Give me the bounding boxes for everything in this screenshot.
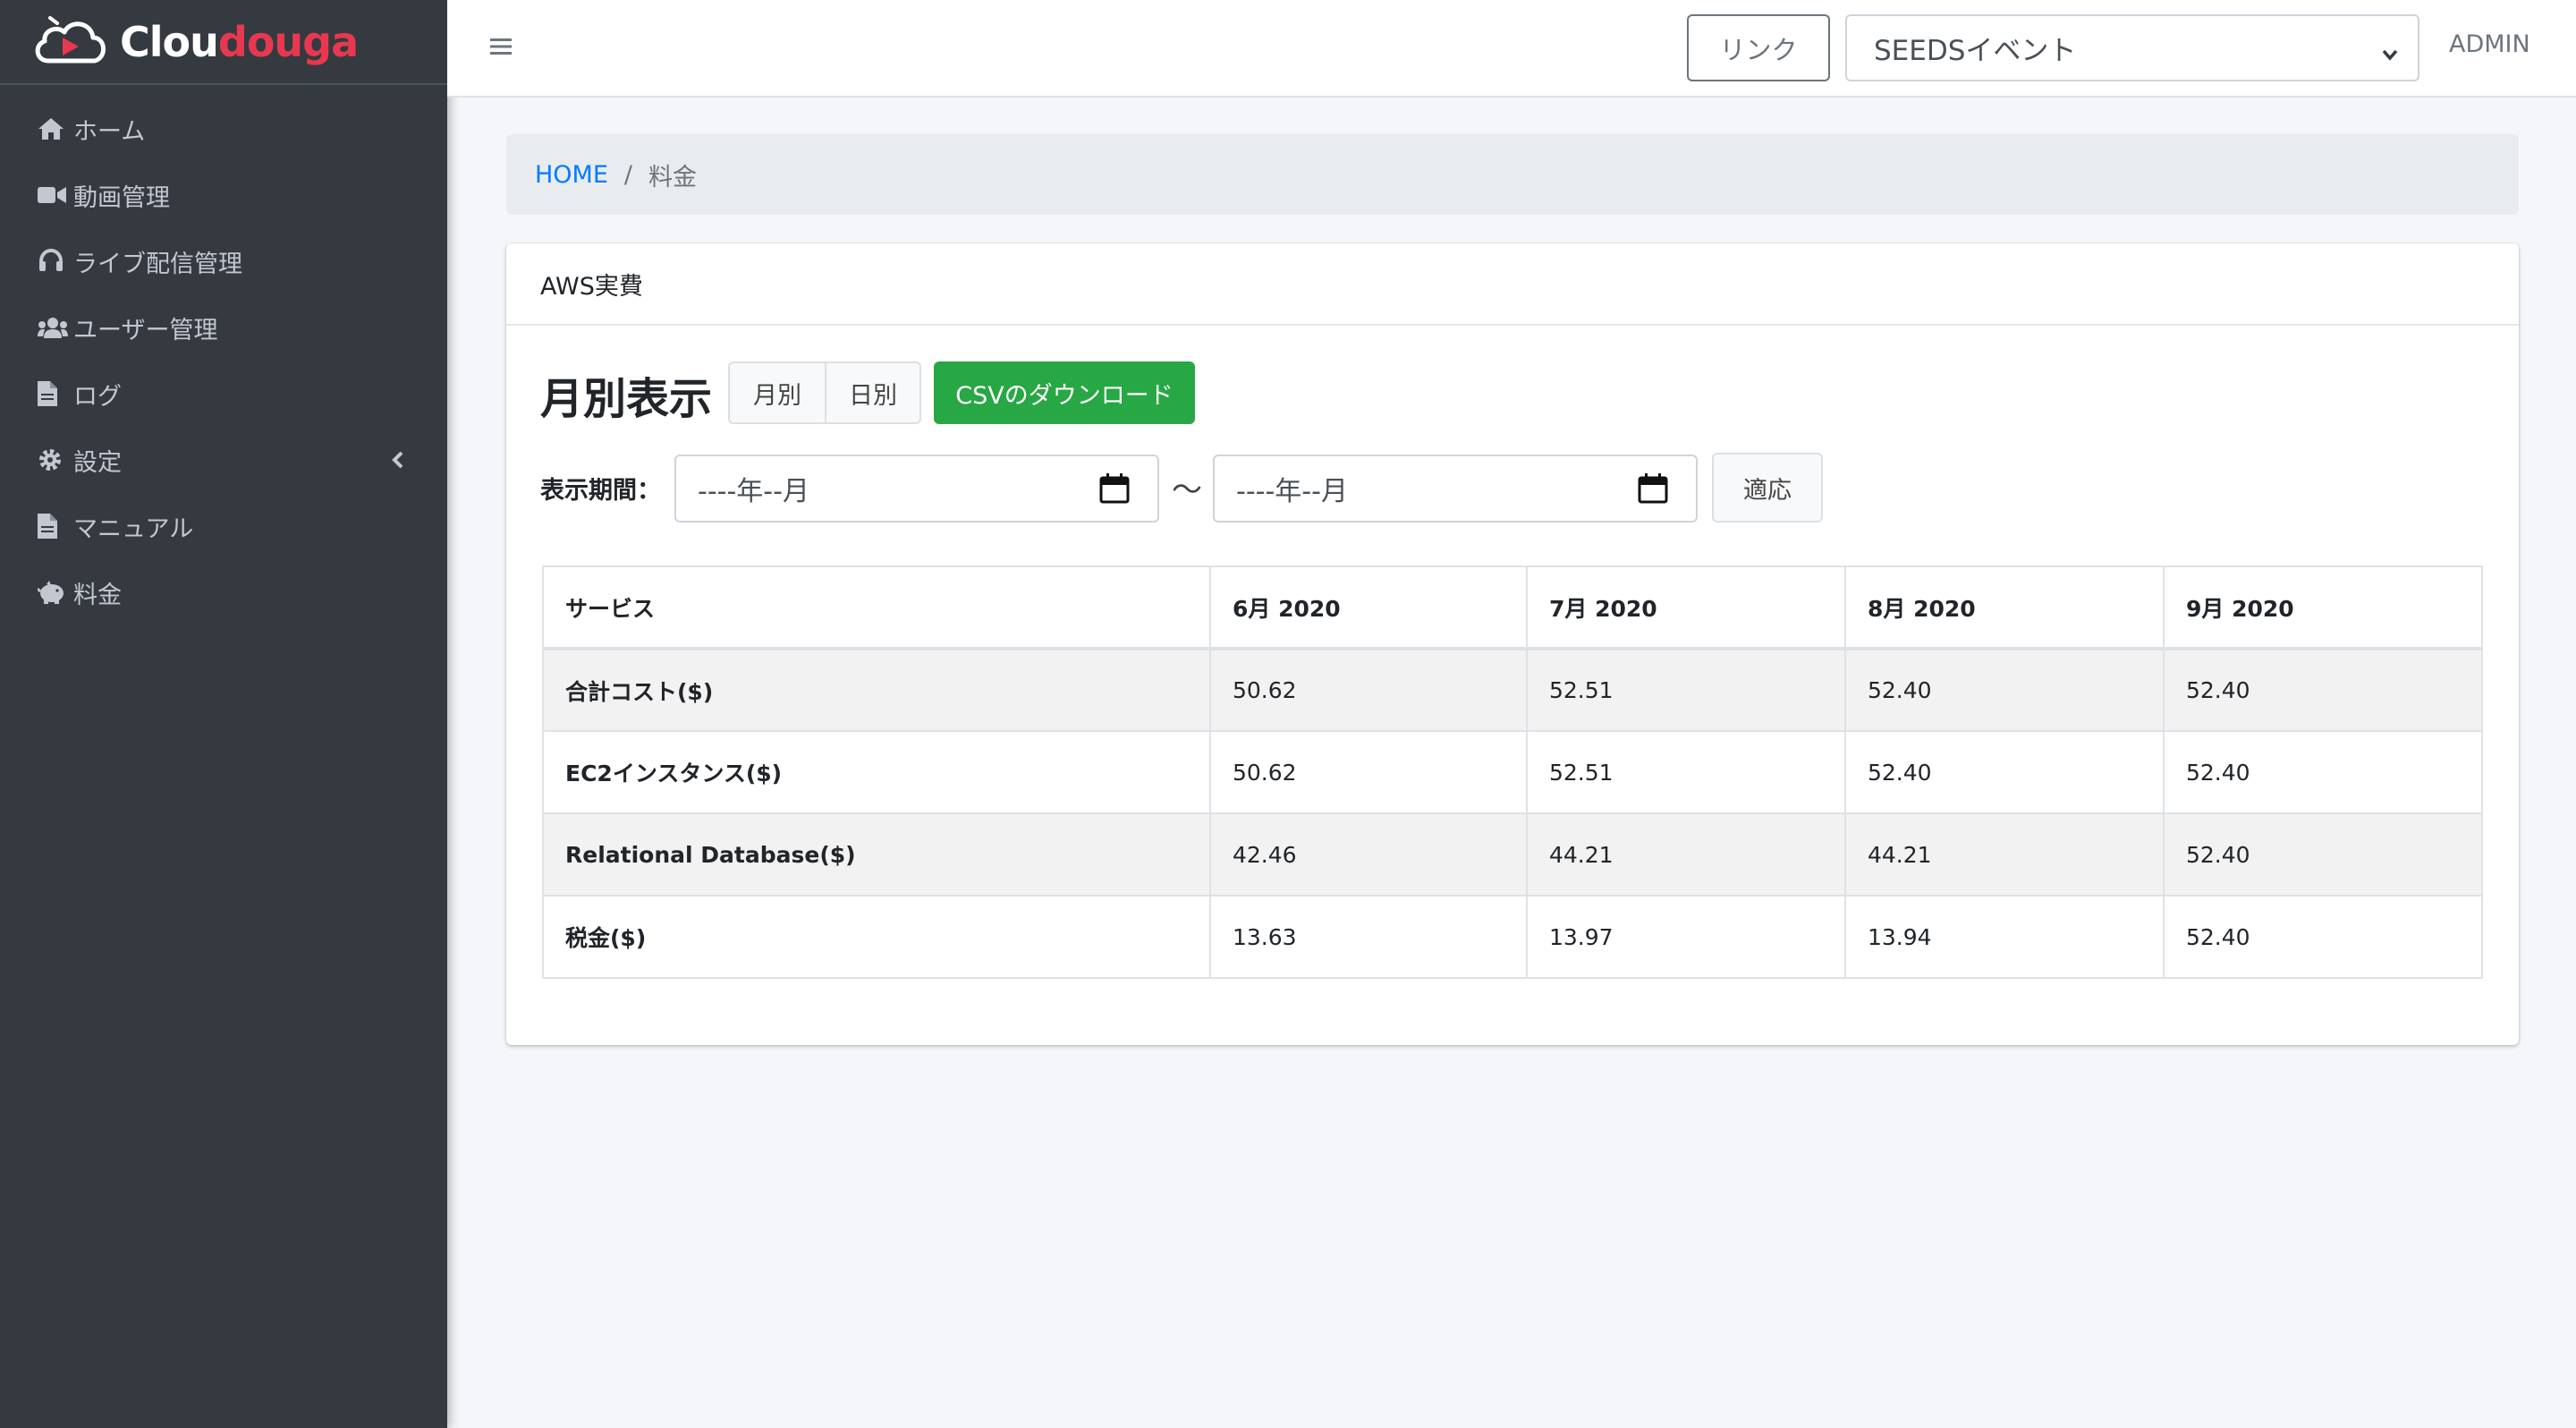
sidebar-item-live[interactable]: ライブ配信管理 — [0, 228, 447, 294]
sidebar-item-videos[interactable]: 動画管理 — [0, 162, 447, 228]
sidebar-item-label: ユーザー管理 — [73, 316, 218, 344]
calendar-icon[interactable] — [1637, 472, 1669, 505]
hamburger-menu-icon[interactable] — [488, 34, 513, 59]
brand-logo-link[interactable]: Cloudouga — [0, 0, 447, 85]
csv-download-button[interactable]: CSVのダウンロード — [934, 361, 1195, 424]
table-row: 合計コスト($) 50.62 52.51 52.40 52.40 — [542, 648, 2483, 732]
file-icon — [38, 380, 73, 407]
sidebar-item-label: ライブ配信管理 — [73, 250, 242, 278]
brand-name-part2: douga — [217, 17, 359, 66]
table-row: 税金($) 13.63 13.97 13.94 52.40 — [542, 895, 2483, 979]
row-service: 税金($) — [542, 895, 1211, 979]
breadcrumb: HOME / 料金 — [506, 134, 2519, 215]
sidebar-item-settings[interactable]: 設定 — [0, 427, 447, 493]
file-icon — [38, 513, 73, 540]
event-select-value: SEEDSイベント — [1874, 35, 2077, 67]
top-navbar: リンク SEEDSイベント ADMIN — [447, 0, 2576, 98]
cost-cell: 13.97 — [1526, 895, 1846, 979]
column-header: サービス — [542, 565, 1211, 650]
column-header: 8月 2020 — [1844, 565, 2165, 650]
sidebar-item-logs[interactable]: ログ — [0, 361, 447, 427]
sidebar-item-label: ホーム — [73, 117, 146, 146]
user-menu[interactable]: ADMIN — [2449, 30, 2530, 58]
cost-cell: 52.40 — [2163, 730, 2483, 814]
cost-cell: 52.40 — [2163, 812, 2483, 897]
event-select[interactable]: SEEDSイベント — [1845, 14, 2419, 81]
table-row: EC2インスタンス($) 50.62 52.51 52.40 52.40 — [542, 730, 2483, 814]
piggy-bank-icon — [38, 579, 73, 606]
column-header: 7月 2020 — [1526, 565, 1846, 650]
cost-cell: 52.51 — [1526, 648, 1846, 732]
gear-icon — [38, 446, 73, 473]
cost-cell: 44.21 — [1844, 812, 2165, 897]
cost-cell: 52.40 — [1844, 648, 2165, 732]
video-camera-icon — [38, 182, 73, 208]
cost-cell: 13.94 — [1844, 895, 2165, 979]
range-separator: 〜 — [1172, 472, 1202, 508]
breadcrumb-home-link[interactable]: HOME — [535, 161, 608, 189]
aws-cost-card: AWS実費 月別表示 月別 日別 CSVのダウンロード 表示期間： ----年-… — [506, 243, 2519, 1045]
brand-name-part1: Clou — [120, 17, 219, 66]
date-to-input[interactable]: ----年--月 — [1213, 455, 1698, 523]
sidebar-item-label: 設定 — [73, 448, 122, 477]
sidebar-item-home[interactable]: ホーム — [0, 96, 447, 162]
home-icon — [38, 115, 73, 142]
table-row: Relational Database($) 42.46 44.21 44.21… — [542, 812, 2483, 897]
cost-cell: 44.21 — [1526, 812, 1846, 897]
table-header-row: サービス 6月 2020 7月 2020 8月 2020 9月 2020 — [542, 565, 2483, 650]
sidebar-nav: ホーム 動画管理 ライブ配信管理 ユーザー管理 ログ 設定 マニュアル 料金 — [0, 96, 447, 625]
column-header: 6月 2020 — [1209, 565, 1528, 650]
cost-table: サービス 6月 2020 7月 2020 8月 2020 9月 2020 合計コ… — [542, 565, 2483, 979]
calendar-icon[interactable] — [1098, 472, 1131, 505]
row-service: 合計コスト($) — [542, 648, 1211, 732]
monthly-toggle-button[interactable]: 月別 — [730, 363, 825, 422]
daily-toggle-button[interactable]: 日別 — [825, 363, 919, 422]
cost-cell: 52.40 — [1844, 730, 2165, 814]
chevron-down-icon — [2380, 39, 2400, 61]
cost-cell: 52.40 — [2163, 895, 2483, 979]
apply-button[interactable]: 適応 — [1712, 453, 1823, 523]
cloud-play-logo-icon — [30, 15, 107, 68]
sidebar-item-label: 料金 — [73, 581, 122, 609]
cost-cell: 50.62 — [1209, 730, 1528, 814]
cost-cell: 42.46 — [1209, 812, 1528, 897]
cost-cell: 52.40 — [2163, 648, 2483, 732]
cost-cell: 52.51 — [1526, 730, 1846, 814]
cost-cell: 50.62 — [1209, 648, 1528, 732]
column-header: 9月 2020 — [2163, 565, 2483, 650]
sidebar-item-manual[interactable]: マニュアル — [0, 493, 447, 559]
sidebar-item-label: ログ — [73, 382, 122, 411]
sidebar: Cloudouga ホーム 動画管理 ライブ配信管理 ユーザー管理 ログ 設定 … — [0, 0, 447, 1428]
sidebar-item-label: 動画管理 — [73, 183, 170, 212]
view-title: 月別表示 — [540, 374, 713, 424]
date-to-placeholder: ----年--月 — [1236, 476, 1348, 507]
row-service: Relational Database($) — [542, 812, 1211, 897]
sidebar-item-users[interactable]: ユーザー管理 — [0, 294, 447, 361]
breadcrumb-current: 料金 — [648, 163, 698, 191]
brand-name: Cloudouga — [120, 17, 359, 66]
sidebar-item-label: マニュアル — [73, 514, 194, 543]
row-service: EC2インスタンス($) — [542, 730, 1211, 814]
date-from-placeholder: ----年--月 — [698, 476, 809, 507]
breadcrumb-separator: / — [623, 160, 633, 189]
period-toggle: 月別 日別 — [728, 361, 921, 424]
chevron-left-icon — [386, 448, 410, 472]
headset-icon — [38, 248, 73, 275]
sidebar-item-pricing[interactable]: 料金 — [0, 559, 447, 625]
period-label: 表示期間： — [540, 477, 661, 505]
date-from-input[interactable]: ----年--月 — [674, 455, 1159, 523]
cost-cell: 13.63 — [1209, 895, 1528, 979]
link-button[interactable]: リンク — [1687, 14, 1830, 81]
card-title: AWS実費 — [506, 243, 2519, 326]
users-icon — [38, 314, 73, 341]
